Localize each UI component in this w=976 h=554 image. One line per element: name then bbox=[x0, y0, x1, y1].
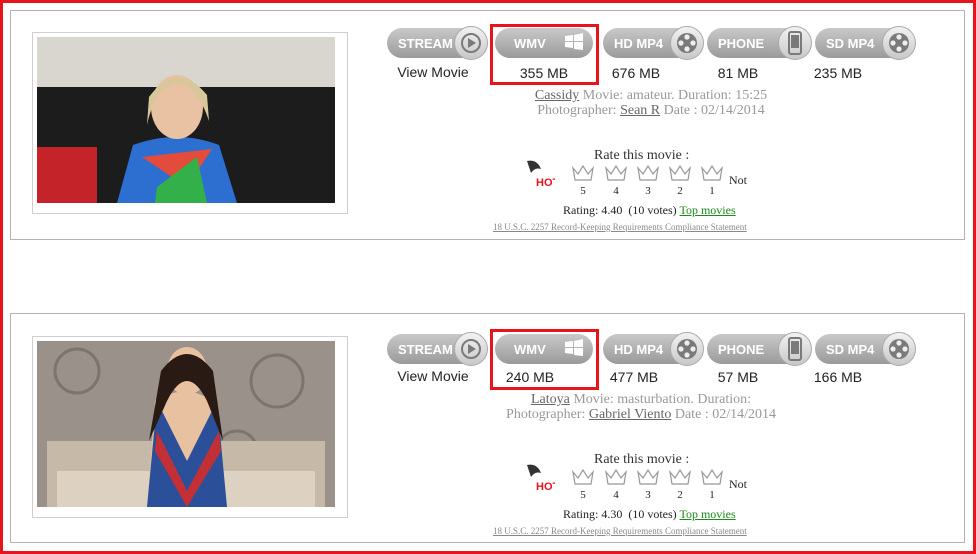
thumbnail-image bbox=[37, 341, 335, 507]
hd-mp4-button[interactable]: HD MP4 bbox=[603, 332, 704, 366]
phone-button[interactable]: PHONE bbox=[707, 332, 812, 366]
sd-mp4-button[interactable]: SD MP4 bbox=[815, 26, 916, 60]
compliance-link[interactable]: 18 U.S.C. 2257 Record-Keeping Requiremen… bbox=[493, 526, 747, 536]
stream-button[interactable]: STREAM bbox=[387, 26, 488, 60]
play-icon bbox=[454, 332, 488, 366]
rate-star-4[interactable]: 4 bbox=[604, 165, 628, 197]
rate-star-5[interactable]: 5 bbox=[571, 165, 595, 197]
phone-size: 57 MB bbox=[717, 369, 759, 385]
hd-mp4-label: HD MP4 bbox=[614, 35, 664, 51]
wmv-highlight-box bbox=[490, 24, 599, 85]
phone-button[interactable]: PHONE bbox=[707, 26, 812, 60]
rate-star-5[interactable]: 5 bbox=[571, 469, 595, 501]
wmv-highlight-box bbox=[490, 329, 599, 390]
stream-button[interactable]: STREAM bbox=[387, 332, 488, 366]
svg-text:HOT: HOT bbox=[536, 177, 555, 189]
hd-mp4-button[interactable]: HD MP4 bbox=[603, 26, 704, 60]
hd-mp4-size: 477 MB bbox=[609, 369, 659, 385]
rate-star-3[interactable]: 3 bbox=[636, 469, 660, 501]
rate-star-2[interactable]: 2 bbox=[668, 165, 692, 197]
movie-meta-line2: Photographer: Sean R Date : 02/14/2014 bbox=[537, 103, 765, 118]
film-reel-icon bbox=[882, 332, 916, 366]
phone-label: PHONE bbox=[718, 35, 765, 51]
phone-icon bbox=[778, 26, 812, 60]
hot-icon: HOT bbox=[521, 463, 560, 493]
thumbnail-image bbox=[37, 37, 335, 203]
hd-mp4-size: 676 MB bbox=[611, 65, 661, 81]
photographer-link[interactable]: Sean R bbox=[620, 103, 660, 118]
top-movies-link[interactable]: Top movies bbox=[679, 203, 735, 217]
rate-star-3[interactable]: 3 bbox=[636, 165, 660, 197]
svg-text:HOT: HOT bbox=[536, 481, 555, 493]
top-movies-link[interactable]: Top movies bbox=[679, 507, 735, 521]
phone-size: 81 MB bbox=[717, 65, 759, 81]
sd-mp4-label: SD MP4 bbox=[826, 341, 875, 357]
rate-star-1[interactable]: 1 bbox=[700, 165, 724, 197]
model-link[interactable]: Cassidy bbox=[535, 88, 579, 103]
stream-label: STREAM bbox=[398, 35, 453, 51]
not-rating-label[interactable]: Not bbox=[729, 173, 747, 188]
movie-meta-line2: Photographer: Gabriel Viento Date : 02/1… bbox=[506, 407, 776, 422]
sd-mp4-size: 235 MB bbox=[813, 65, 863, 81]
movie-card: STREAM WMV HD MP4 PHONE SD MP4 View Movi… bbox=[10, 313, 965, 543]
view-movie-link[interactable]: View Movie bbox=[387, 64, 479, 80]
movie-thumbnail[interactable] bbox=[32, 32, 348, 214]
rate-star-4[interactable]: 4 bbox=[604, 469, 628, 501]
compliance-link[interactable]: 18 U.S.C. 2257 Record-Keeping Requiremen… bbox=[493, 222, 747, 232]
sd-mp4-button[interactable]: SD MP4 bbox=[815, 332, 916, 366]
rate-title: Rate this movie : bbox=[594, 452, 690, 467]
view-movie-link[interactable]: View Movie bbox=[387, 368, 479, 384]
rating-summary: Rating: 4.40 (10 votes) Top movies bbox=[563, 203, 736, 217]
movie-card: STREAM WMV HD MP4 PHONE SD MP4 View Movi… bbox=[10, 10, 965, 240]
phone-icon bbox=[778, 332, 812, 366]
not-rating-label[interactable]: Not bbox=[729, 477, 747, 492]
hd-mp4-label: HD MP4 bbox=[614, 341, 664, 357]
sd-mp4-label: SD MP4 bbox=[826, 35, 875, 51]
photographer-link[interactable]: Gabriel Viento bbox=[589, 407, 672, 422]
rate-star-1[interactable]: 1 bbox=[700, 469, 724, 501]
movie-meta-line1: Latoya Movie: masturbation. Duration: bbox=[530, 392, 752, 407]
phone-label: PHONE bbox=[718, 341, 765, 357]
movie-thumbnail[interactable] bbox=[32, 336, 348, 518]
film-reel-icon bbox=[670, 332, 704, 366]
film-reel-icon bbox=[882, 26, 916, 60]
play-icon bbox=[454, 26, 488, 60]
model-link[interactable]: Latoya bbox=[531, 392, 570, 407]
rating-summary: Rating: 4.30 (10 votes) Top movies bbox=[563, 507, 736, 521]
film-reel-icon bbox=[670, 26, 704, 60]
stream-label: STREAM bbox=[398, 341, 453, 357]
movie-meta-line1: Cassidy Movie: amateur. Duration: 15:25 bbox=[534, 88, 768, 103]
hot-icon: HOT bbox=[521, 159, 560, 189]
rate-star-2[interactable]: 2 bbox=[668, 469, 692, 501]
rate-title: Rate this movie : bbox=[594, 148, 690, 163]
sd-mp4-size: 166 MB bbox=[813, 369, 863, 385]
